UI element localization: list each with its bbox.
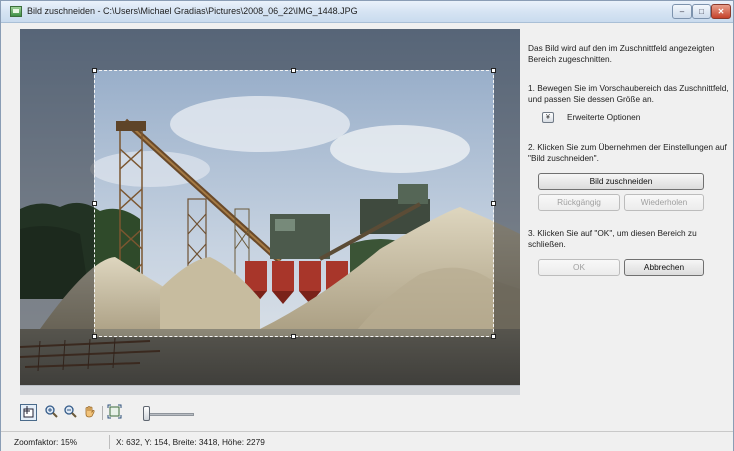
- ok-button[interactable]: OK: [538, 259, 620, 276]
- crop-frame[interactable]: [94, 70, 494, 337]
- selection-coordinates-text: X: 632, Y: 154, Breite: 3418, Höhe: 2279: [116, 437, 265, 447]
- step1-text: 1. Bewegen Sie im Vorschaubereich das Zu…: [528, 83, 729, 104]
- step2-text: 2. Klicken Sie zum Übernehmen der Einste…: [528, 142, 727, 163]
- crop-handle-bottom-center[interactable]: [291, 334, 296, 339]
- zoom-slider-thumb[interactable]: [143, 406, 150, 421]
- crop-handle-top-center[interactable]: [291, 68, 296, 73]
- crop-image-button[interactable]: Bild zuschneiden: [538, 173, 704, 190]
- preview-scrollbar[interactable]: [20, 385, 520, 395]
- zoom-out-icon[interactable]: [63, 404, 80, 421]
- crop-handle-bottom-left[interactable]: [92, 334, 97, 339]
- advanced-options-label[interactable]: Erweiterte Optionen: [567, 112, 640, 122]
- close-button[interactable]: ✕: [711, 4, 731, 19]
- status-separator: [109, 435, 110, 449]
- preview-toolbar: [20, 404, 220, 424]
- zoom-in-icon[interactable]: [44, 404, 61, 421]
- crop-mask-right: [494, 70, 520, 337]
- app-icon: [10, 6, 22, 17]
- intro-text: Das Bild wird auf den im Zuschnittfeld a…: [528, 43, 715, 64]
- fit-to-window-icon[interactable]: [107, 404, 124, 421]
- minimize-button[interactable]: –: [672, 4, 692, 19]
- step3-text: 3. Klicken Sie auf "OK", um diesen Berei…: [528, 228, 697, 249]
- redo-button[interactable]: Wiederholen: [624, 194, 704, 211]
- crop-preview-area[interactable]: [20, 29, 520, 395]
- crop-handle-top-left[interactable]: [92, 68, 97, 73]
- zoom-slider-track[interactable]: [148, 413, 194, 416]
- crop-dialog-window: Bild zuschneiden - C:\Users\Michael Grad…: [0, 0, 734, 451]
- crop-handle-top-right[interactable]: [491, 68, 496, 73]
- cancel-button[interactable]: Abbrechen: [624, 259, 704, 276]
- hand-pan-icon[interactable]: [82, 404, 99, 421]
- crop-handle-middle-right[interactable]: [491, 201, 496, 206]
- crop-handle-middle-left[interactable]: [92, 201, 97, 206]
- crop-mask-top: [20, 29, 520, 70]
- crop-mask-left: [20, 70, 94, 337]
- crop-select-icon[interactable]: [20, 404, 37, 421]
- toolbar-separator: [102, 406, 103, 420]
- maximize-button[interactable]: □: [692, 4, 711, 19]
- status-bar: Zoomfaktor: 15% X: 632, Y: 154, Breite: …: [1, 431, 733, 451]
- title-bar[interactable]: Bild zuschneiden - C:\Users\Michael Grad…: [1, 1, 733, 23]
- undo-button[interactable]: Rückgängig: [538, 194, 620, 211]
- zoom-factor-text: Zoomfaktor: 15%: [14, 437, 78, 447]
- window-title: Bild zuschneiden - C:\Users\Michael Grad…: [27, 6, 358, 16]
- advanced-options-toggle[interactable]: ¥: [542, 112, 554, 123]
- crop-handle-bottom-right[interactable]: [491, 334, 496, 339]
